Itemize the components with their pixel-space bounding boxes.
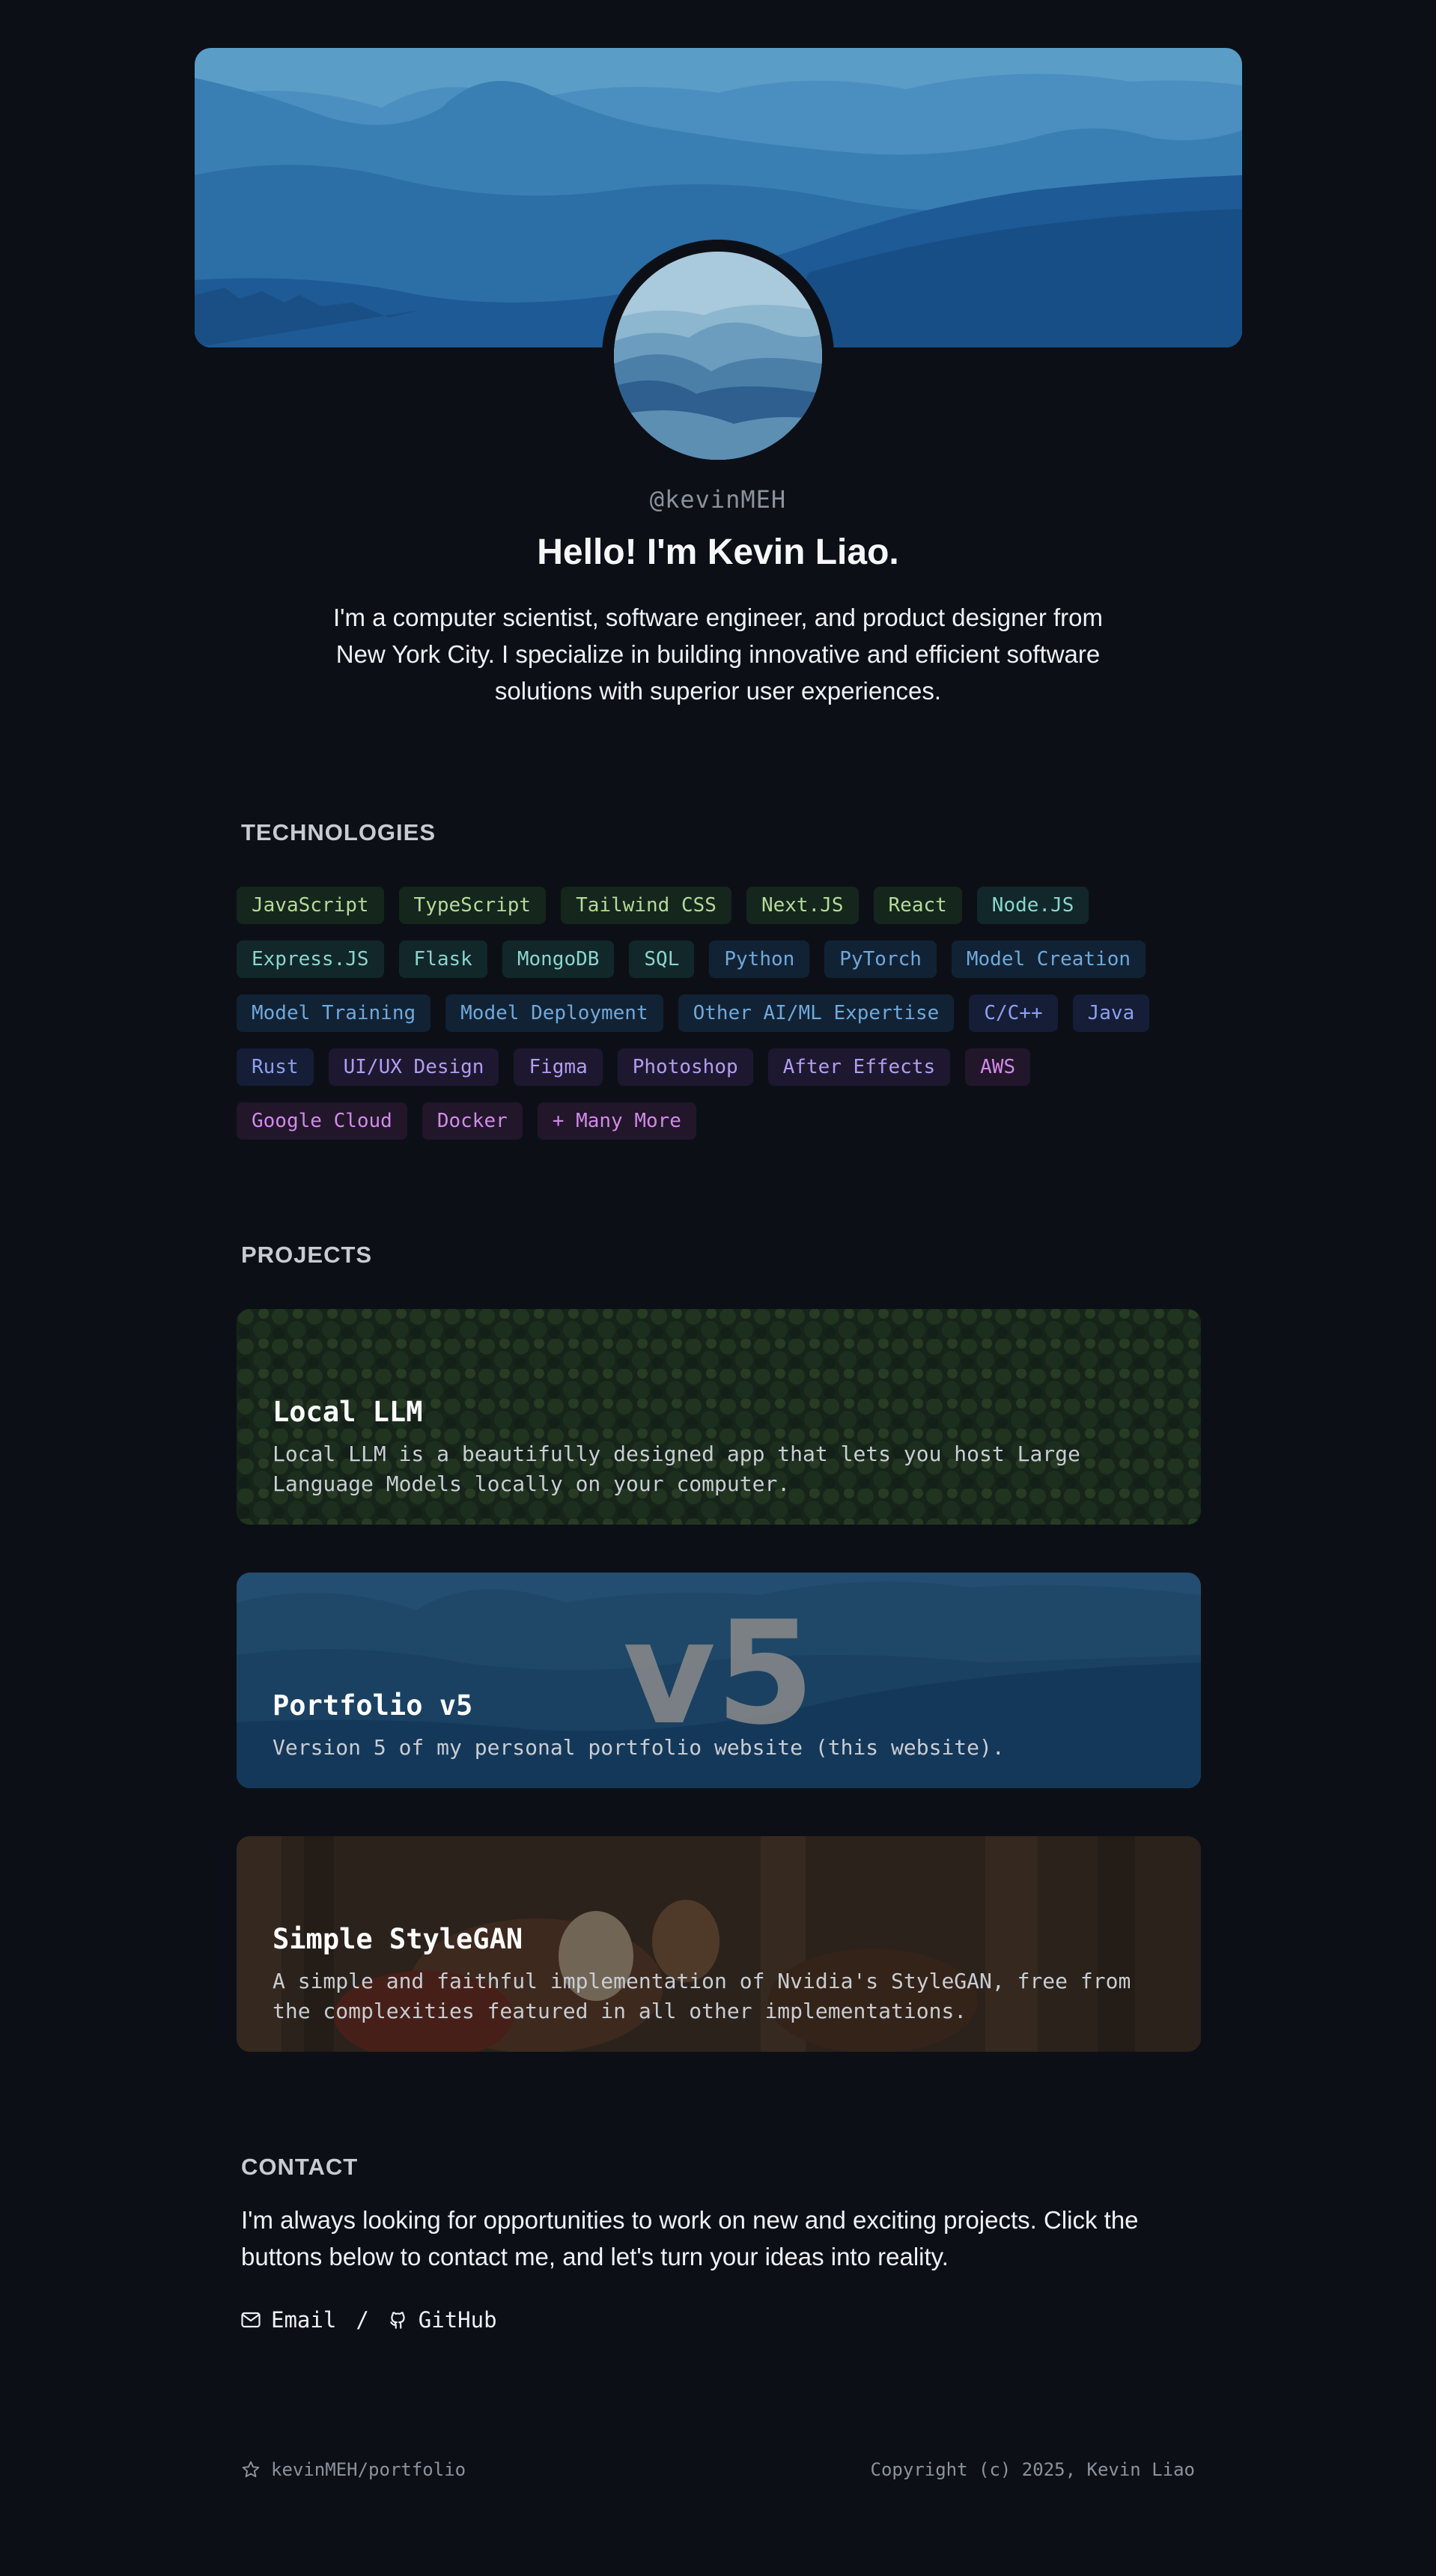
- v5-overlay-text: v5: [623, 1591, 815, 1756]
- github-link[interactable]: GitHub: [389, 2307, 497, 2333]
- tech-tag: Model Training: [237, 994, 431, 1032]
- contact-text: I'm always looking for opportunities to …: [241, 2206, 1139, 2270]
- contact-heading: CONTACT: [241, 2154, 359, 2180]
- github-icon: [390, 2312, 405, 2329]
- tech-tag: Docker: [422, 1102, 523, 1140]
- contact-links: Email / GitHub: [241, 2305, 497, 2335]
- avatar: [614, 252, 822, 460]
- tech-tag: UI/UX Design: [328, 1048, 499, 1086]
- tech-tag: SQL: [629, 941, 695, 978]
- tech-tag: Rust: [237, 1048, 314, 1086]
- tech-tag: Next.JS: [746, 887, 859, 924]
- tech-tag: PyTorch: [824, 941, 937, 978]
- tech-tag: Model Creation: [951, 941, 1146, 978]
- tech-tag: AWS: [965, 1048, 1031, 1086]
- tech-tag: Figma: [514, 1048, 603, 1086]
- email-link[interactable]: Email: [241, 2307, 336, 2333]
- email-label: Email: [271, 2307, 337, 2333]
- project-description: Local LLM is a beautifully designed app …: [273, 1442, 1080, 1496]
- tech-tag: Tailwind CSS: [561, 887, 731, 924]
- tech-tag: Model Deployment: [445, 994, 663, 1032]
- project-card-local-llm[interactable]: Local LLM Local LLM is a beautifully des…: [237, 1309, 1201, 1525]
- profile-handle: @kevinMEH: [649, 485, 787, 514]
- tech-tag: TypeScript: [398, 887, 547, 924]
- hero-bio: I'm a computer scientist, software engin…: [333, 604, 1103, 705]
- tech-tag: Flask: [398, 941, 487, 978]
- project-title: Local LLM: [273, 1396, 423, 1428]
- project-description: Version 5 of my personal portfolio websi…: [273, 1735, 1005, 1760]
- tech-tag: Java: [1072, 994, 1150, 1032]
- technology-tags: JavaScript TypeScript Tailwind CSS Next.JS R…: [237, 887, 1202, 1140]
- technologies-heading: TECHNOLOGIES: [241, 819, 436, 845]
- tech-tag: Photoshop: [617, 1048, 753, 1086]
- footer-repo-link[interactable]: kevinMEH/portfolio: [241, 2455, 466, 2485]
- footer-repo-label: kevinMEH/portfolio: [271, 2459, 466, 2480]
- mail-icon: [241, 2312, 261, 2328]
- link-separator: /: [356, 2307, 369, 2333]
- tech-tag: Python: [709, 941, 810, 978]
- tech-tag: After Effects: [767, 1048, 951, 1086]
- github-label: GitHub: [418, 2307, 497, 2333]
- avatar-mountain-image: [614, 252, 822, 460]
- project-title: Simple StyleGAN: [273, 1923, 523, 1955]
- tech-tag: Google Cloud: [237, 1102, 407, 1140]
- tech-tag: Express.JS: [237, 941, 384, 978]
- project-description: A simple and faithful implementation of …: [273, 1969, 1131, 2023]
- tech-tag: + Many More: [537, 1102, 696, 1140]
- tech-tag: React: [873, 887, 962, 924]
- star-icon: [242, 2461, 260, 2478]
- tech-tag: Other AI/ML Expertise: [678, 994, 955, 1032]
- project-card-portfolio-v5[interactable]: v5 Portfolio v5 Version 5 of my personal…: [237, 1573, 1201, 1788]
- footer-copyright: Copyright (c) 2025, Kevin Liao: [870, 2459, 1195, 2480]
- project-title: Portfolio v5: [273, 1689, 473, 1722]
- tech-tag: MongoDB: [502, 941, 615, 978]
- project-card-simple-stylegan[interactable]: Simple StyleGAN A simple and faithful im…: [237, 1836, 1201, 2052]
- tech-tag: JavaScript: [237, 887, 384, 924]
- hero-title: Hello! I'm Kevin Liao.: [537, 532, 899, 572]
- projects-heading: PROJECTS: [241, 1242, 373, 1268]
- tech-tag: Node.JS: [976, 887, 1089, 924]
- tech-tag: C/C++: [969, 994, 1058, 1032]
